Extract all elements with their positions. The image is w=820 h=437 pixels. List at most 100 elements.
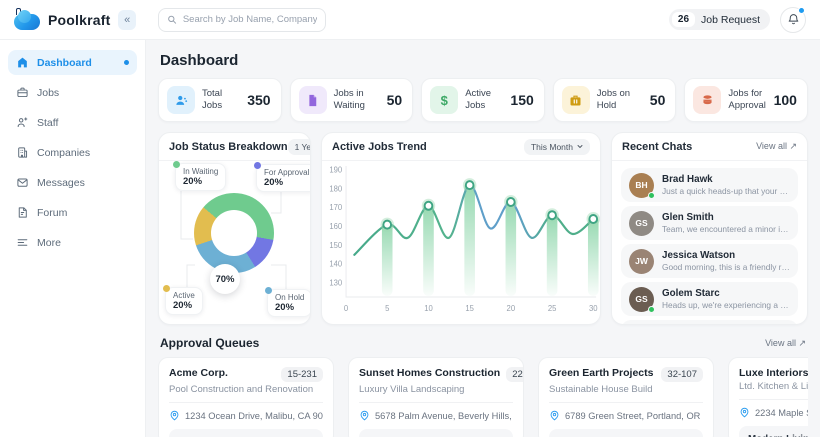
stat-card-total-jobs[interactable]: Total Jobs 350: [158, 78, 282, 122]
address: 1234 Ocean Drive, Malibu, CA 90265: [185, 411, 323, 421]
chat-item[interactable]: BH Brad Hawk Just a quick heads-up that …: [621, 168, 798, 202]
trend-range-dropdown[interactable]: This Month: [524, 139, 590, 155]
search-icon: [167, 14, 177, 25]
legend-in-waiting: In Waiting 20%: [175, 163, 226, 191]
sidebar-item-companies[interactable]: Companies: [8, 140, 137, 165]
svg-text:15: 15: [465, 304, 474, 313]
svg-text:170: 170: [329, 203, 342, 212]
avatar: CG: [629, 325, 654, 326]
company-name: Acme Corp.: [169, 367, 228, 379]
sidebar-item-label: Companies: [37, 147, 90, 159]
briefcase-icon: [16, 86, 29, 99]
approval-card-sunset-homes[interactable]: Sunset Homes Construction 22-467 Luxury …: [348, 357, 524, 437]
approvals-view-all-link[interactable]: View all ↗: [765, 338, 806, 349]
svg-text:30: 30: [589, 304, 598, 313]
legend-active: Active 20%: [165, 287, 203, 315]
address: 2234 Maple Stree: [755, 408, 808, 418]
topbar: Poolkraft « 26 Job Request: [0, 0, 820, 40]
sidebar-collapse-button[interactable]: «: [118, 10, 136, 30]
avatar: GS: [629, 287, 654, 312]
stat-label: Jobs on Hold: [597, 88, 643, 113]
svg-text:5: 5: [385, 304, 390, 313]
chat-item[interactable]: GS Glen Smith Team, we encountered a min…: [621, 206, 798, 240]
chat-message: Team, we encountered a minor issue with …: [662, 224, 790, 234]
chat-message: Just a quick heads-up that your next del…: [662, 186, 790, 196]
sidebar-item-dashboard[interactable]: Dashboard: [8, 50, 137, 75]
avatar: GS: [629, 211, 654, 236]
approval-card-green-earth[interactable]: Green Earth Projects 32-107 Sustainable …: [538, 357, 714, 437]
svg-text:180: 180: [329, 184, 342, 193]
building-icon: [16, 146, 29, 159]
chat-name: Brad Hawk: [662, 174, 790, 185]
company-service: Sustainable House Build: [549, 384, 703, 395]
svg-text:160: 160: [329, 222, 342, 231]
project-box: Landscape Design and Installation Reques…: [359, 429, 513, 437]
legend-on-hold: On Hold 20%: [267, 289, 311, 317]
stat-card-active-jobs[interactable]: $ Active Jobs 150: [421, 78, 545, 122]
svg-text:190: 190: [329, 165, 342, 174]
brand-name: Poolkraft: [48, 12, 110, 28]
company-name: Sunset Homes Construction: [359, 367, 500, 379]
chats-view-all-link[interactable]: View all ↗: [756, 141, 797, 152]
stat-label: Jobs for Approval: [728, 88, 766, 113]
online-dot: [648, 306, 655, 313]
stat-card-jobs-in-waiting[interactable]: Jobs in Waiting 50: [290, 78, 414, 122]
approval-card-acme[interactable]: Acme Corp. 15-231 Pool Construction and …: [158, 357, 334, 437]
stat-card-jobs-for-approval[interactable]: Jobs for Approval 100: [684, 78, 808, 122]
chat-item[interactable]: GS Golem Starc Heads up, we're experienc…: [621, 282, 798, 316]
chevron-down-icon: [577, 144, 583, 149]
job-request-button[interactable]: 26 Job Request: [669, 9, 770, 30]
stat-value: 50: [650, 92, 666, 108]
sidebar-item-label: Dashboard: [37, 57, 92, 69]
brand-zone: Poolkraft «: [0, 10, 146, 30]
approval-card-luxe-interiors[interactable]: Luxe Interiors Ltd. Ltd. Kitchen & Livin…: [728, 357, 808, 437]
map-pin-icon: [359, 410, 370, 421]
stat-label: Jobs in Waiting: [334, 88, 380, 113]
sidebar-item-messages[interactable]: Messages: [8, 170, 137, 195]
bell-icon: [787, 13, 800, 26]
sidebar-item-jobs[interactable]: Jobs: [8, 80, 137, 105]
charts-row: Job Status Breakdown 1 Year: [158, 132, 808, 325]
legend-dot: [254, 162, 261, 169]
search-wrap: [146, 8, 669, 32]
map-pin-icon: [169, 410, 180, 421]
avatar: BH: [629, 173, 654, 198]
project-box: Eco-Friendly Home Construction Requested…: [549, 429, 703, 437]
coins-icon: [693, 86, 721, 114]
stat-value: 100: [774, 92, 797, 108]
breakdown-range-dropdown[interactable]: 1 Year: [288, 139, 311, 155]
chats-list: BH Brad Hawk Just a quick heads-up that …: [612, 161, 807, 325]
chat-name: Jessica Watson: [662, 250, 790, 261]
sidebar-item-label: More: [37, 237, 61, 249]
sidebar: Dashboard Jobs Staff Companies Messages: [0, 40, 146, 437]
search-input[interactable]: [183, 14, 317, 25]
stat-value: 150: [510, 92, 533, 108]
svg-text:140: 140: [329, 260, 342, 269]
staff-icon: [16, 116, 29, 129]
line-chart[interactable]: 130140150160170180190051015202530: [322, 161, 600, 324]
users-icon: [167, 86, 195, 114]
job-request-count-badge: 26: [672, 12, 695, 27]
stat-value: 350: [247, 92, 270, 108]
notification-dot: [798, 7, 805, 14]
chat-item[interactable]: CG Chris Gayle: [621, 320, 798, 325]
chats-title: Recent Chats: [622, 141, 692, 153]
project-box: Pool Deck Reinforcement Project Requeste…: [169, 429, 323, 437]
search-box[interactable]: [158, 8, 326, 32]
sidebar-item-more[interactable]: More: [8, 230, 137, 255]
notifications-button[interactable]: [780, 7, 806, 33]
company-service: Ltd. Kitchen & Living: [739, 381, 808, 392]
chat-message: Good morning, this is a friendly reminde…: [662, 262, 790, 272]
svg-text:20: 20: [507, 304, 516, 313]
approval-queues-section: Approval Queues View all ↗ Acme Corp. 15…: [158, 336, 808, 437]
chat-item[interactable]: JW Jessica Watson Good morning, this is …: [621, 244, 798, 278]
job-request-label: Job Request: [701, 14, 760, 26]
dollar-icon: $: [430, 86, 458, 114]
recent-chats-card: Recent Chats View all ↗ BH Brad Hawk Jus…: [611, 132, 808, 325]
stat-label: Total Jobs: [202, 88, 240, 113]
stat-card-jobs-on-hold[interactable]: Jobs on Hold 50: [553, 78, 677, 122]
address: 5678 Palm Avenue, Beverly Hills, CA: [375, 411, 513, 421]
job-status-breakdown-card: Job Status Breakdown 1 Year: [158, 132, 311, 325]
sidebar-item-staff[interactable]: Staff: [8, 110, 137, 135]
sidebar-item-forum[interactable]: Forum: [8, 200, 137, 225]
